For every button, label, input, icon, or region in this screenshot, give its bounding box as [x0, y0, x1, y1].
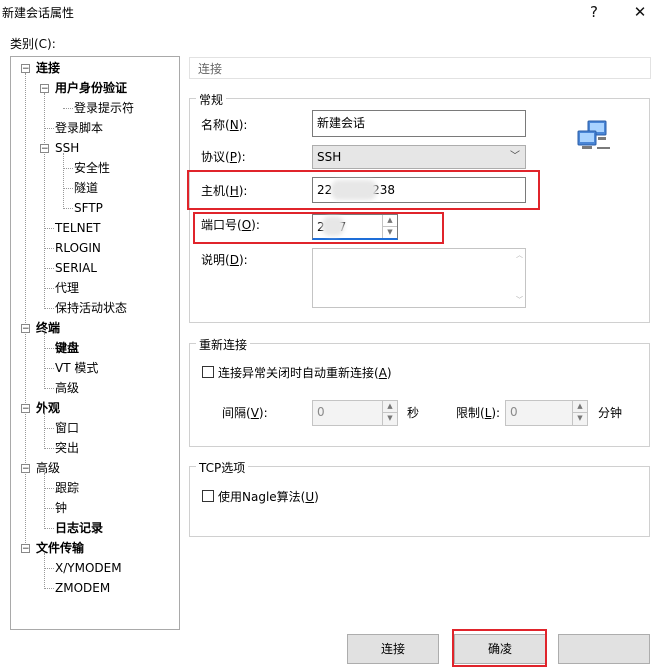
protocol-label: 协议(P): — [201, 150, 246, 164]
description-label: 说明(D): — [201, 253, 248, 267]
limit-value: 0 — [510, 405, 518, 419]
port-highlight-box — [193, 212, 444, 244]
tree-item-highlight[interactable]: 突出 — [55, 439, 79, 457]
close-button[interactable]: ✕ — [620, 0, 660, 24]
tcp-group-title: TCP选项 — [196, 459, 249, 476]
tree-item-advanced[interactable]: 高级 — [55, 379, 79, 397]
collapse-icon[interactable]: − — [21, 464, 30, 474]
scroll-up-icon[interactable]: ︿ — [516, 251, 523, 260]
collapse-icon[interactable]: − — [21, 324, 30, 334]
tree-item-xymodem[interactable]: X/YMODEM — [55, 559, 122, 577]
spin-up-icon: ▲ — [383, 401, 397, 413]
reconnect-group — [189, 343, 650, 447]
tree-item-proxy[interactable]: 代理 — [55, 279, 79, 297]
cancel-button[interactable] — [558, 634, 650, 664]
connect-button[interactable]: 连接 — [347, 634, 439, 664]
tree-item-rlogin[interactable]: RLOGIN — [55, 239, 101, 257]
interval-value: 0 — [317, 405, 325, 419]
spin-up-icon: ▲ — [573, 401, 587, 413]
tree-item-connection[interactable]: 连接 — [36, 59, 60, 77]
network-computers-icon — [577, 120, 610, 149]
auto-reconnect-checkbox[interactable] — [202, 366, 214, 378]
tree-item-user-auth[interactable]: 用户身份验证 — [55, 79, 127, 97]
tree-item-keyboard[interactable]: 键盘 — [55, 339, 79, 357]
nagle-checkbox[interactable] — [202, 490, 214, 502]
tree-item-zmodem[interactable]: ZMODEM — [55, 579, 110, 597]
collapse-icon[interactable]: − — [40, 144, 49, 154]
tree-item-window[interactable]: 窗口 — [55, 419, 79, 437]
tree-item-login-script[interactable]: 登录脚本 — [55, 119, 103, 137]
description-textarea[interactable]: ︿ ﹀ — [312, 248, 526, 308]
tree-item-trace[interactable]: 跟踪 — [55, 479, 79, 497]
tree-item-logging[interactable]: 日志记录 — [55, 519, 103, 537]
interval-input: 0 ▲ ▼ — [312, 400, 398, 426]
category-label: 类别(C): — [10, 37, 56, 51]
tree-item-advanced-group[interactable]: 高级 — [36, 459, 60, 477]
category-tree[interactable]: − − − − − − − 连接 用户身份验证 登录提示符 登录脚本 SSH 安… — [10, 56, 180, 630]
spin-down-icon: ▼ — [577, 414, 583, 422]
limit-label: 限制(L): — [456, 406, 501, 420]
chevron-down-icon: ﹀ — [510, 151, 520, 162]
section-header: 连接 — [189, 57, 651, 79]
tree-item-telnet[interactable]: TELNET — [55, 219, 101, 237]
collapse-icon[interactable]: − — [21, 544, 30, 554]
tree-item-security[interactable]: 安全性 — [74, 159, 110, 177]
limit-input: 0 ▲ ▼ — [505, 400, 588, 426]
title-bar: 新建会话属性 ? ✕ — [0, 0, 666, 24]
tree-item-tunnel[interactable]: 隧道 — [74, 179, 98, 197]
tree-item-vt-mode[interactable]: VT 模式 — [55, 359, 98, 377]
protocol-select[interactable]: SSH ﹀ — [312, 145, 526, 169]
tree-item-file-transfer[interactable]: 文件传输 — [36, 539, 84, 557]
tree-item-ssh[interactable]: SSH — [55, 139, 79, 157]
collapse-icon[interactable]: − — [40, 84, 49, 94]
spin-down-icon: ▼ — [387, 414, 393, 422]
minutes-unit: 分钟 — [598, 406, 623, 420]
help-button[interactable]: ? — [574, 0, 614, 24]
protocol-value: SSH — [317, 150, 342, 164]
interval-spinner: ▲ ▼ — [382, 401, 397, 425]
collapse-icon[interactable]: − — [21, 64, 30, 74]
interval-label: 间隔(V): — [222, 406, 268, 420]
tree-item-appearance[interactable]: 外观 — [36, 399, 60, 417]
scroll-down-icon[interactable]: ﹀ — [516, 296, 523, 305]
window-title: 新建会话属性 — [2, 6, 75, 20]
tree-item-login-prompt[interactable]: 登录提示符 — [74, 99, 134, 117]
ok-highlight-box — [452, 629, 547, 667]
general-group-title: 常规 — [196, 91, 227, 108]
name-label: 名称(N): — [201, 118, 248, 132]
tree-item-sftp[interactable]: SFTP — [74, 199, 103, 217]
limit-spinner: ▲ ▼ — [572, 401, 587, 425]
reconnect-group-title: 重新连接 — [196, 336, 251, 353]
auto-reconnect-label: 连接异常关闭时自动重新连接(A) — [218, 366, 392, 380]
collapse-icon[interactable]: − — [21, 404, 30, 414]
name-input[interactable]: 新建会话 — [312, 110, 526, 137]
tree-item-terminal[interactable]: 终端 — [36, 319, 60, 337]
tree-item-keepalive[interactable]: 保持活动状态 — [55, 299, 127, 317]
seconds-unit: 秒 — [407, 406, 420, 420]
host-highlight-box — [187, 170, 540, 210]
nagle-label: 使用Nagle算法(U) — [218, 490, 319, 504]
tree-item-serial[interactable]: SERIAL — [55, 259, 97, 277]
tree-item-bell[interactable]: 钟 — [55, 499, 67, 517]
